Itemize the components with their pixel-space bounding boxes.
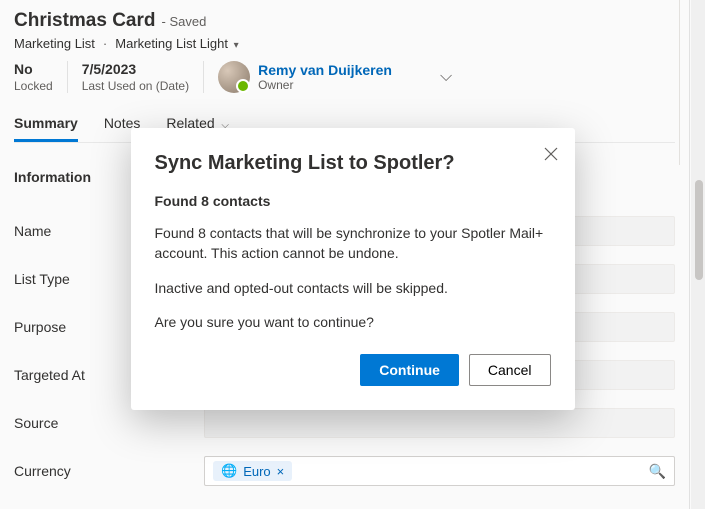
title-bar: Christmas Card - Saved — [14, 10, 675, 32]
owner-name: Remy van Duijkeren — [258, 62, 392, 78]
currency-icon: 🌐 — [221, 463, 237, 479]
close-icon — [544, 147, 558, 161]
avatar — [218, 61, 250, 93]
dialog-actions: Continue Cancel — [155, 354, 551, 386]
search-icon[interactable]: 🔍 — [649, 463, 666, 480]
chevron-down-icon: ⌵ — [440, 68, 452, 86]
scroll-thumb[interactable] — [695, 180, 703, 280]
lastused-value: 7/5/2023 — [82, 61, 189, 77]
continue-button[interactable]: Continue — [360, 354, 459, 386]
currency-text: Euro — [243, 464, 270, 479]
header-fields: No Locked 7/5/2023 Last Used on (Date) R… — [14, 61, 675, 93]
form-selector[interactable]: Marketing List Light ▾ — [115, 36, 238, 51]
owner-cell[interactable]: Remy van Duijkeren Owner ⌵ — [218, 61, 466, 93]
cancel-button[interactable]: Cancel — [469, 354, 551, 386]
input-currency[interactable]: 🌐 Euro × 🔍 — [204, 456, 675, 486]
dialog-body-2: Inactive and opted-out contacts will be … — [155, 278, 551, 298]
scrollbar[interactable] — [691, 0, 705, 509]
separator-dot — [101, 36, 109, 51]
dialog-body-1: Found 8 contacts that will be synchroniz… — [155, 223, 551, 264]
owner-role: Owner — [258, 78, 392, 92]
subtitle: Marketing List Marketing List Light ▾ — [14, 36, 675, 51]
label-currency: Currency — [14, 463, 204, 479]
currency-pill[interactable]: 🌐 Euro × — [213, 461, 292, 481]
tab-summary[interactable]: Summary — [14, 115, 78, 142]
sync-dialog: Sync Marketing List to Spotler? Found 8 … — [131, 128, 575, 410]
locked-label: Locked — [14, 79, 53, 93]
close-button[interactable] — [541, 144, 561, 164]
form-name: Marketing List Light — [115, 36, 228, 51]
dialog-subtitle: Found 8 contacts — [155, 193, 551, 209]
save-status: - Saved — [162, 14, 207, 29]
dialog-title: Sync Marketing List to Spotler? — [155, 152, 551, 175]
lastused-label: Last Used on (Date) — [82, 79, 189, 93]
divider — [679, 0, 680, 165]
chevron-down-icon: ▾ — [234, 40, 239, 51]
locked-cell: No Locked — [14, 61, 68, 93]
input-source[interactable] — [204, 408, 675, 438]
lastused-cell: 7/5/2023 Last Used on (Date) — [82, 61, 204, 93]
locked-value: No — [14, 61, 53, 77]
entity-name: Marketing List — [14, 36, 95, 51]
label-source: Source — [14, 415, 204, 431]
record-title: Christmas Card — [14, 10, 156, 32]
remove-icon[interactable]: × — [277, 464, 285, 479]
dialog-body-3: Are you sure you want to continue? — [155, 312, 551, 332]
